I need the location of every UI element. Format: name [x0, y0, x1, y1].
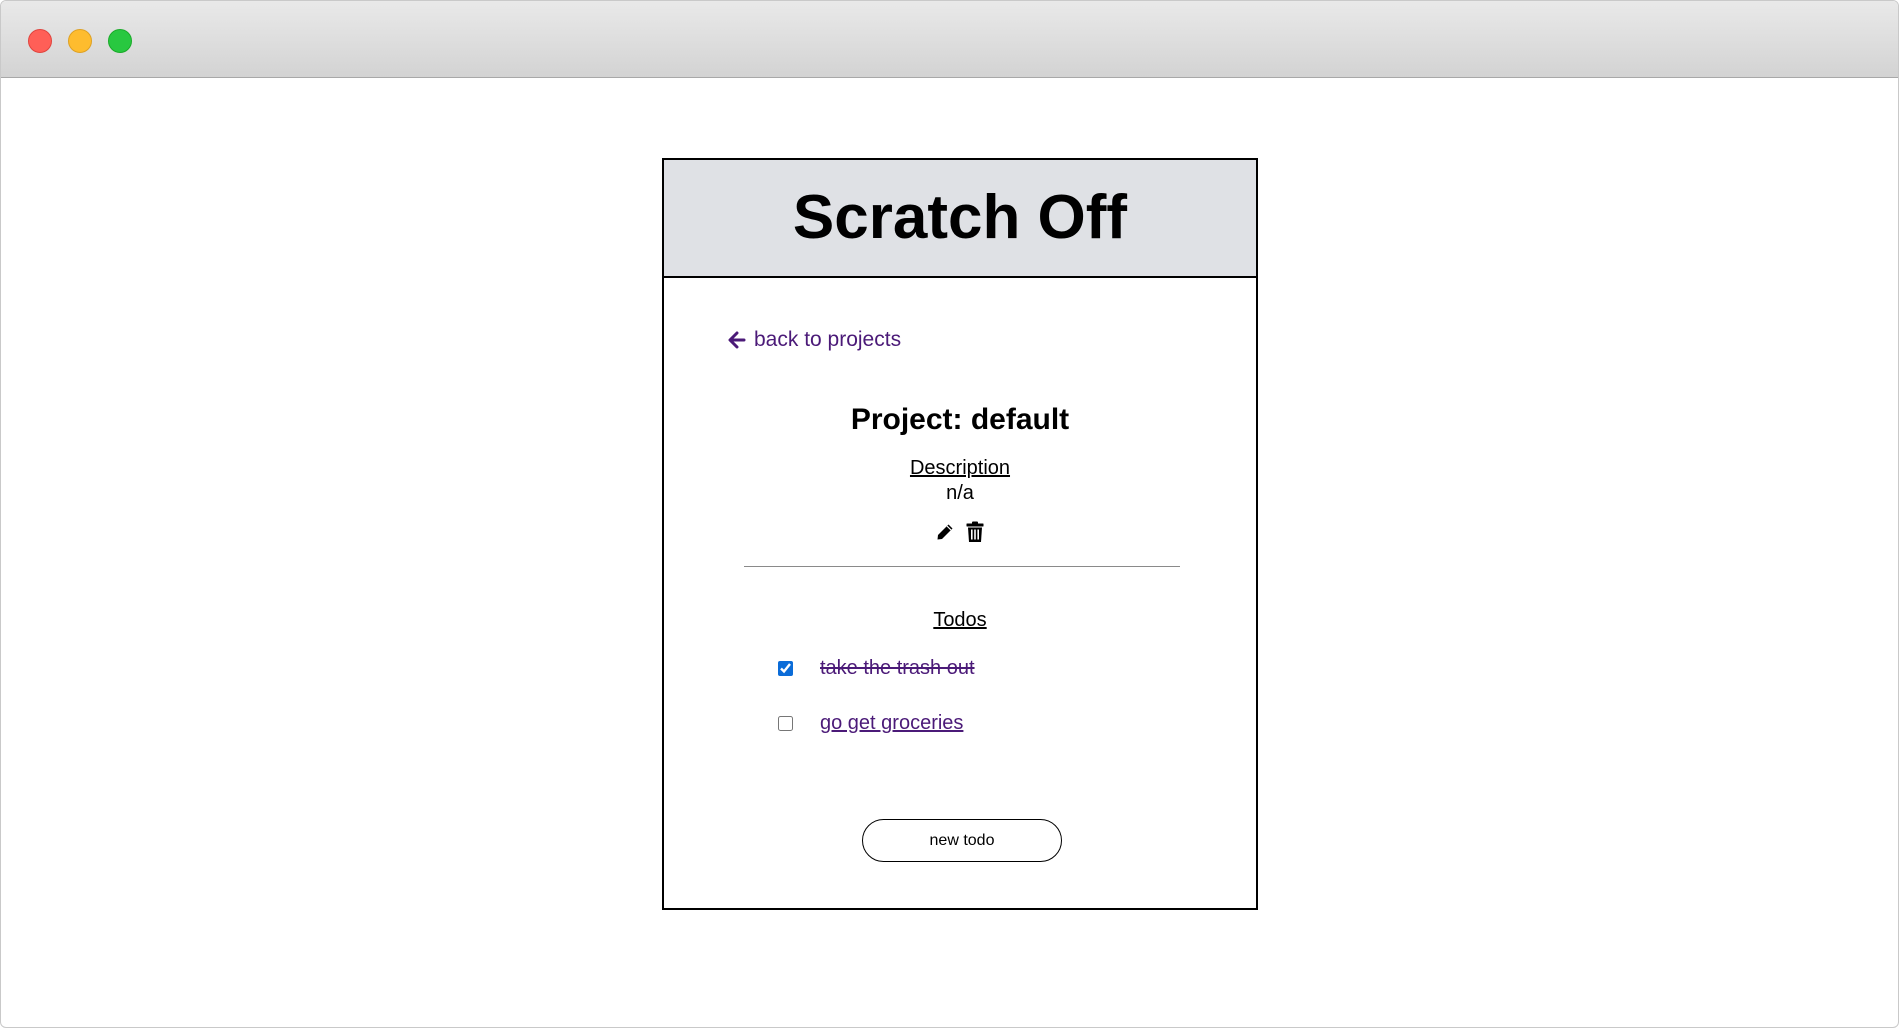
project-title: Project: default: [850, 403, 1070, 436]
back-to-projects-link[interactable]: back to projects: [728, 328, 901, 352]
pencil-icon: [937, 524, 953, 540]
delete-project-button[interactable]: [964, 520, 986, 544]
todo-link[interactable]: go get groceries: [820, 712, 963, 735]
window-titlebar: [1, 1, 1898, 78]
minimize-window-button[interactable]: [68, 29, 92, 53]
app-header: Scratch Off: [664, 160, 1256, 278]
close-window-button[interactable]: [28, 29, 52, 53]
todo-checkbox[interactable]: [778, 661, 793, 676]
app-title: Scratch Off: [792, 183, 1128, 252]
browser-window: Scratch Off back to projects Project: de…: [0, 0, 1899, 1028]
arrow-left-icon: [728, 331, 746, 349]
todo-checkbox[interactable]: [778, 716, 793, 731]
todo-link[interactable]: take the trash out: [820, 657, 975, 680]
project-actions: [664, 520, 1256, 544]
todo-item: go get groceries: [778, 712, 963, 735]
project-card: Scratch Off back to projects Project: de…: [662, 158, 1258, 910]
section-divider: [744, 566, 1180, 567]
todo-item: take the trash out: [778, 657, 975, 680]
maximize-window-button[interactable]: [108, 29, 132, 53]
description-heading: Description: [909, 457, 1011, 479]
todos-heading: Todos: [933, 609, 987, 631]
new-todo-button[interactable]: new todo: [862, 819, 1062, 862]
trash-icon: [966, 521, 984, 542]
description-value: n/a: [946, 482, 974, 504]
back-link-label: back to projects: [754, 328, 902, 351]
edit-project-button[interactable]: [934, 520, 956, 544]
